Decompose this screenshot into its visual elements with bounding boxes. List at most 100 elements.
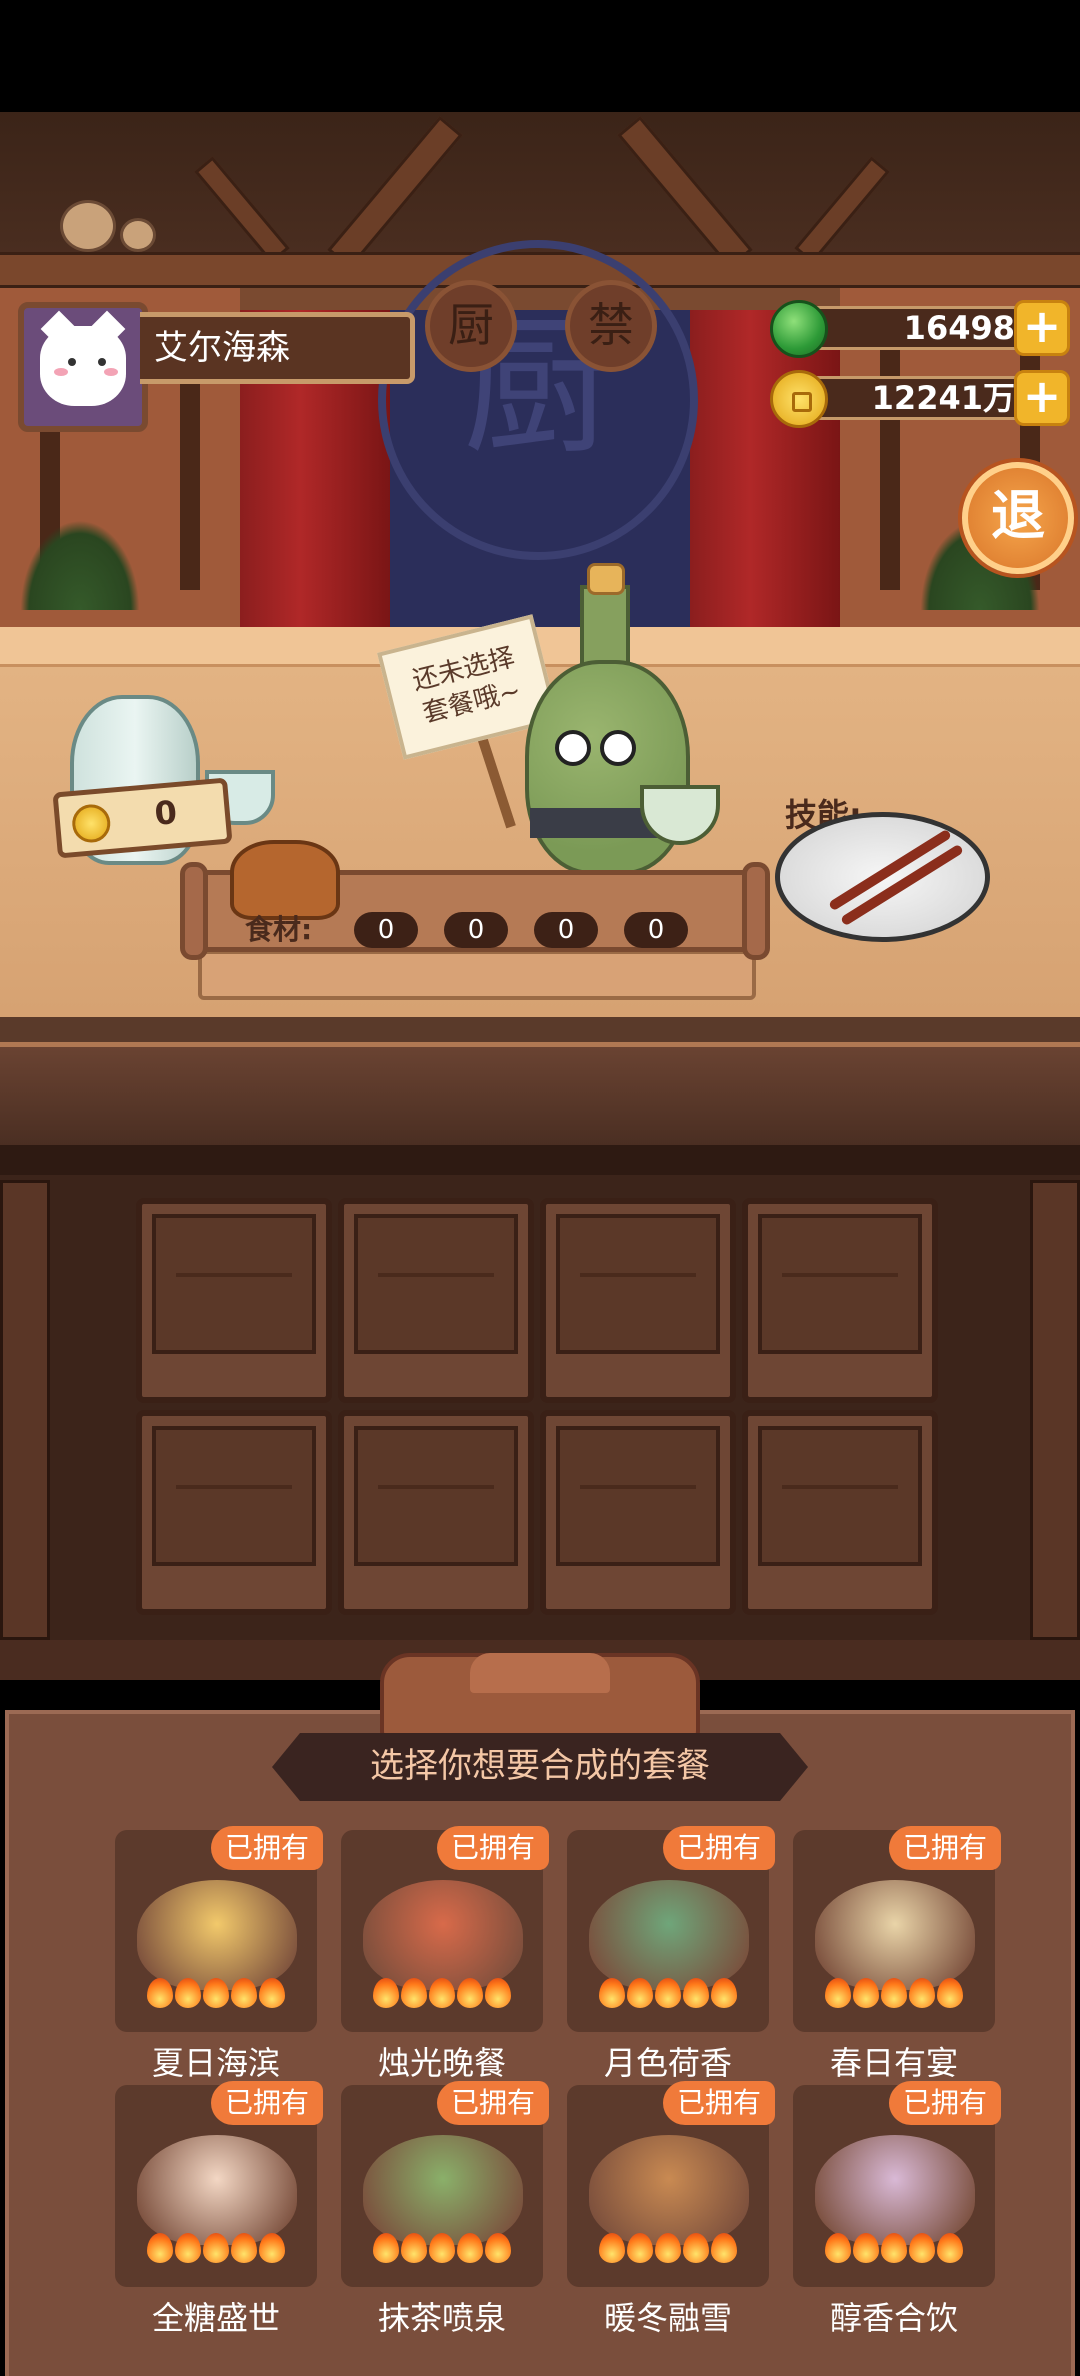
avatar-blush [54,368,68,376]
flame-icon [853,2233,879,2263]
mascot-eye [555,730,591,766]
drawer[interactable] [742,1198,938,1403]
flame-icon [429,1978,455,2008]
owned-badge: 已拥有 [437,1826,549,1870]
menu-card[interactable]: 已拥有 [341,2081,549,2287]
flame-icon [147,2233,173,2263]
menu-card[interactable]: 已拥有 [793,2081,1001,2287]
drawer[interactable] [136,1410,332,1615]
flame-icon [401,1978,427,2008]
heat-rating [825,2233,965,2267]
flame-icon [853,1978,879,2008]
avatar-blush [104,368,118,376]
scroll-end [180,862,208,960]
flame-icon [259,2233,285,2263]
curtain-right [690,310,840,640]
flame-icon [881,2233,907,2263]
flame-icon [373,1978,399,2008]
cabinet-top [0,1047,1080,1147]
ingredient-slot: 0 [534,912,598,948]
drawer-front [758,1426,922,1566]
menu-card[interactable]: 已拥有 [567,2081,775,2287]
drawer-front [354,1214,518,1354]
bottle-mascot[interactable] [525,660,690,875]
avatar-eye [68,358,76,366]
menu-card-label: 抹茶喷泉 [377,2299,506,2337]
flame-icon [909,2233,935,2263]
add-coins-button[interactable]: + [1014,370,1070,426]
coin-icon [770,370,828,428]
flame-icon [175,2233,201,2263]
flame-icon [485,1978,511,2008]
scroll-end [742,862,770,960]
drawer-front [152,1214,316,1354]
flame-icon [937,1978,963,2008]
heat-rating [599,1978,739,2012]
dish-image [589,2135,749,2245]
dish-image [137,2135,297,2245]
cabinet-side [1030,1180,1080,1640]
jar-coin-value: 0 [153,793,179,833]
dish-image [589,1880,749,1990]
menu-card-label: 春日有宴 [829,2044,958,2082]
menu-card[interactable]: 已拥有 [115,2081,323,2287]
drawer[interactable] [136,1198,332,1403]
flame-icon [655,1978,681,2008]
ingredients-label: 食材: [245,913,313,946]
dish-image [363,2135,523,2245]
mascot-eye [600,730,636,766]
drawer[interactable] [540,1410,736,1615]
medallion: 禁 [565,280,657,372]
drawer[interactable] [540,1198,736,1403]
flame-icon [373,2233,399,2263]
flame-icon [429,2233,455,2263]
heat-rating [147,2233,287,2267]
flame-icon [147,1978,173,2008]
exit-button[interactable]: 退 [962,462,1074,574]
chick [60,200,116,252]
cabinet-shelf [0,1145,1080,1175]
menu-card[interactable]: 已拥有 [115,1826,323,2032]
drawer[interactable] [338,1410,534,1615]
owned-badge: 已拥有 [889,2081,1001,2125]
drawer-front [556,1214,720,1354]
owned-badge: 已拥有 [889,1826,1001,1870]
flame-icon [175,1978,201,2008]
flame-icon [599,2233,625,2263]
flame-icon [457,2233,483,2263]
menu-card[interactable]: 已拥有 [341,1826,549,2032]
drawer[interactable] [742,1410,938,1615]
flame-icon [599,1978,625,2008]
flame-icon [485,2233,511,2263]
menu-card-label: 醇香合饮 [829,2299,958,2337]
ingredient-slot: 0 [624,912,688,948]
menu-card-label: 暖冬融雪 [603,2299,732,2337]
flame-icon [683,2233,709,2263]
avatar[interactable] [18,302,148,432]
flame-icon [881,1978,907,2008]
coin-icon [70,802,112,845]
dish-image [137,1880,297,1990]
flame-icon [203,2233,229,2263]
menu-title: 选择你想要合成的套餐 [272,1733,808,1801]
ingredient-slot: 0 [354,912,418,948]
drawer-front [354,1426,518,1566]
flame-icon [909,1978,935,2008]
dish-image [815,1880,975,1990]
avatar-eye [98,358,106,366]
medallion: 厨 [425,280,517,372]
bottle-cork [587,563,625,595]
dish-image [363,1880,523,1990]
add-jade-button[interactable]: + [1014,300,1070,356]
heat-rating [373,1978,513,2012]
menu-card[interactable]: 已拥有 [567,1826,775,2032]
jade-icon [770,300,828,358]
flame-icon [711,2233,737,2263]
owned-badge: 已拥有 [211,1826,323,1870]
flame-icon [401,2233,427,2263]
drawer[interactable] [338,1198,534,1403]
owned-badge: 已拥有 [437,2081,549,2125]
flame-icon [825,2233,851,2263]
menu-card-label: 夏日海滨 [151,2044,280,2082]
menu-card[interactable]: 已拥有 [793,1826,1001,2032]
